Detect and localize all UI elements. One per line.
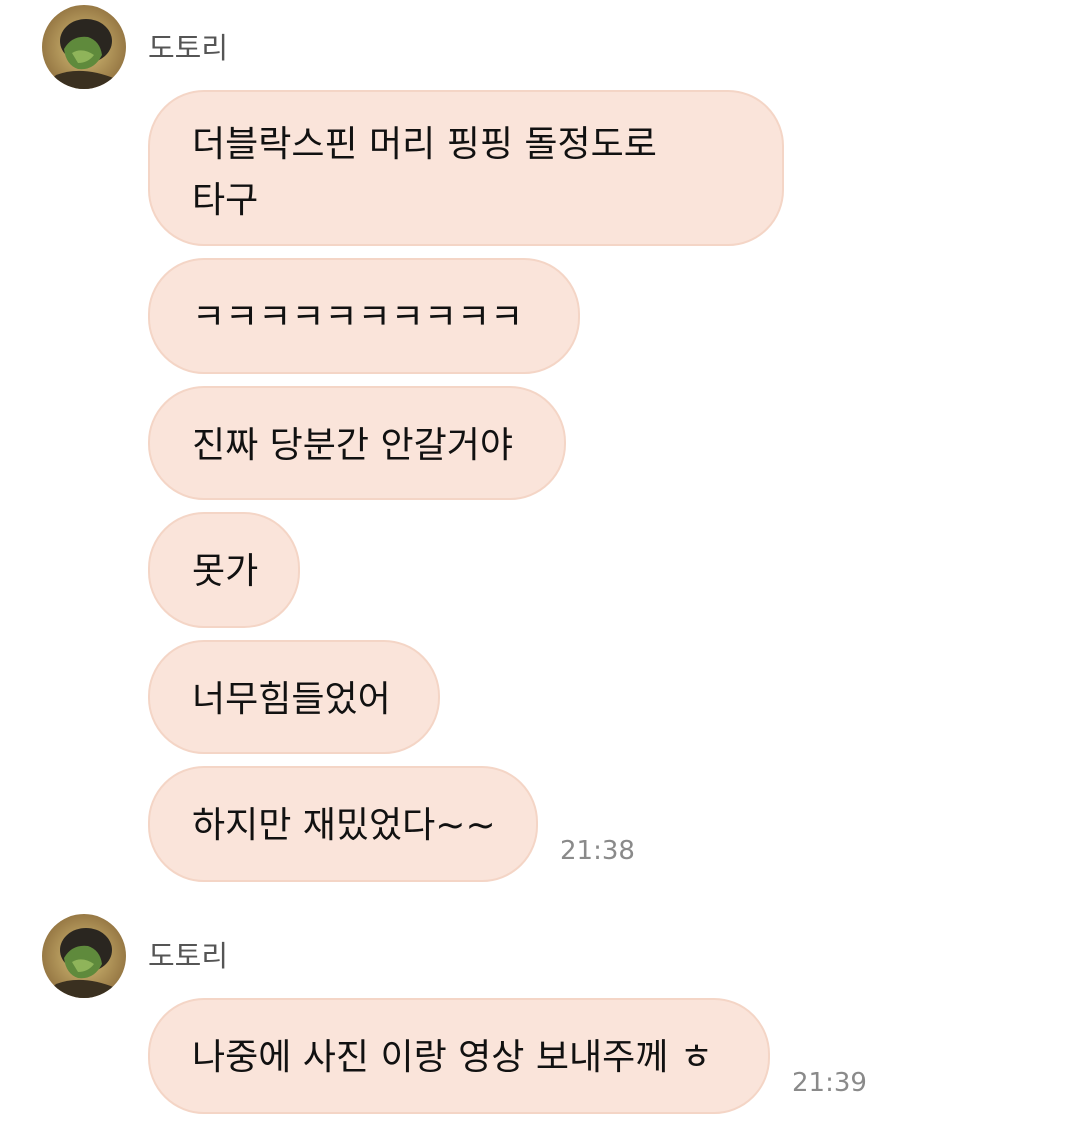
message-bubble[interactable]: 더블락스핀 머리 핑핑 돌정도로 타구 xyxy=(148,90,784,246)
message-timestamp: 21:38 xyxy=(560,836,635,866)
message-bubble[interactable]: 못가 xyxy=(148,512,300,628)
sender-name: 도토리 xyxy=(148,31,229,65)
sender-avatar[interactable] xyxy=(42,5,126,89)
message-bubble[interactable]: ㅋㅋㅋㅋㅋㅋㅋㅋㅋㅋ xyxy=(148,258,580,374)
message-bubble[interactable]: 하지만 재밌었다~~ xyxy=(148,766,538,882)
message-bubble[interactable]: 나중에 사진 이랑 영상 보내주께 ㅎ xyxy=(148,998,770,1114)
avatar-photo-icon xyxy=(42,5,126,89)
message-text: 나중에 사진 이랑 영상 보내주께 ㅎ xyxy=(192,1037,713,1078)
avatar-photo-icon xyxy=(42,914,126,998)
message-timestamp: 21:39 xyxy=(792,1068,867,1098)
message-bubble[interactable]: 진짜 당분간 안갈거야 xyxy=(148,386,566,500)
message-text-line: 더블락스핀 머리 핑핑 돌정도로 xyxy=(192,124,657,165)
message-text: 하지만 재밌었다~~ xyxy=(192,805,496,846)
sender-avatar[interactable] xyxy=(42,914,126,998)
message-text: 못가 xyxy=(192,551,259,592)
sender-name: 도토리 xyxy=(148,939,229,973)
message-text: 진짜 당분간 안갈거야 xyxy=(192,425,513,466)
message-bubble[interactable]: 너무힘들었어 xyxy=(148,640,440,754)
message-text: 너무힘들었어 xyxy=(192,679,391,720)
message-text-line: 타구 xyxy=(192,180,259,221)
message-text: ㅋㅋㅋㅋㅋㅋㅋㅋㅋㅋ xyxy=(192,297,524,338)
